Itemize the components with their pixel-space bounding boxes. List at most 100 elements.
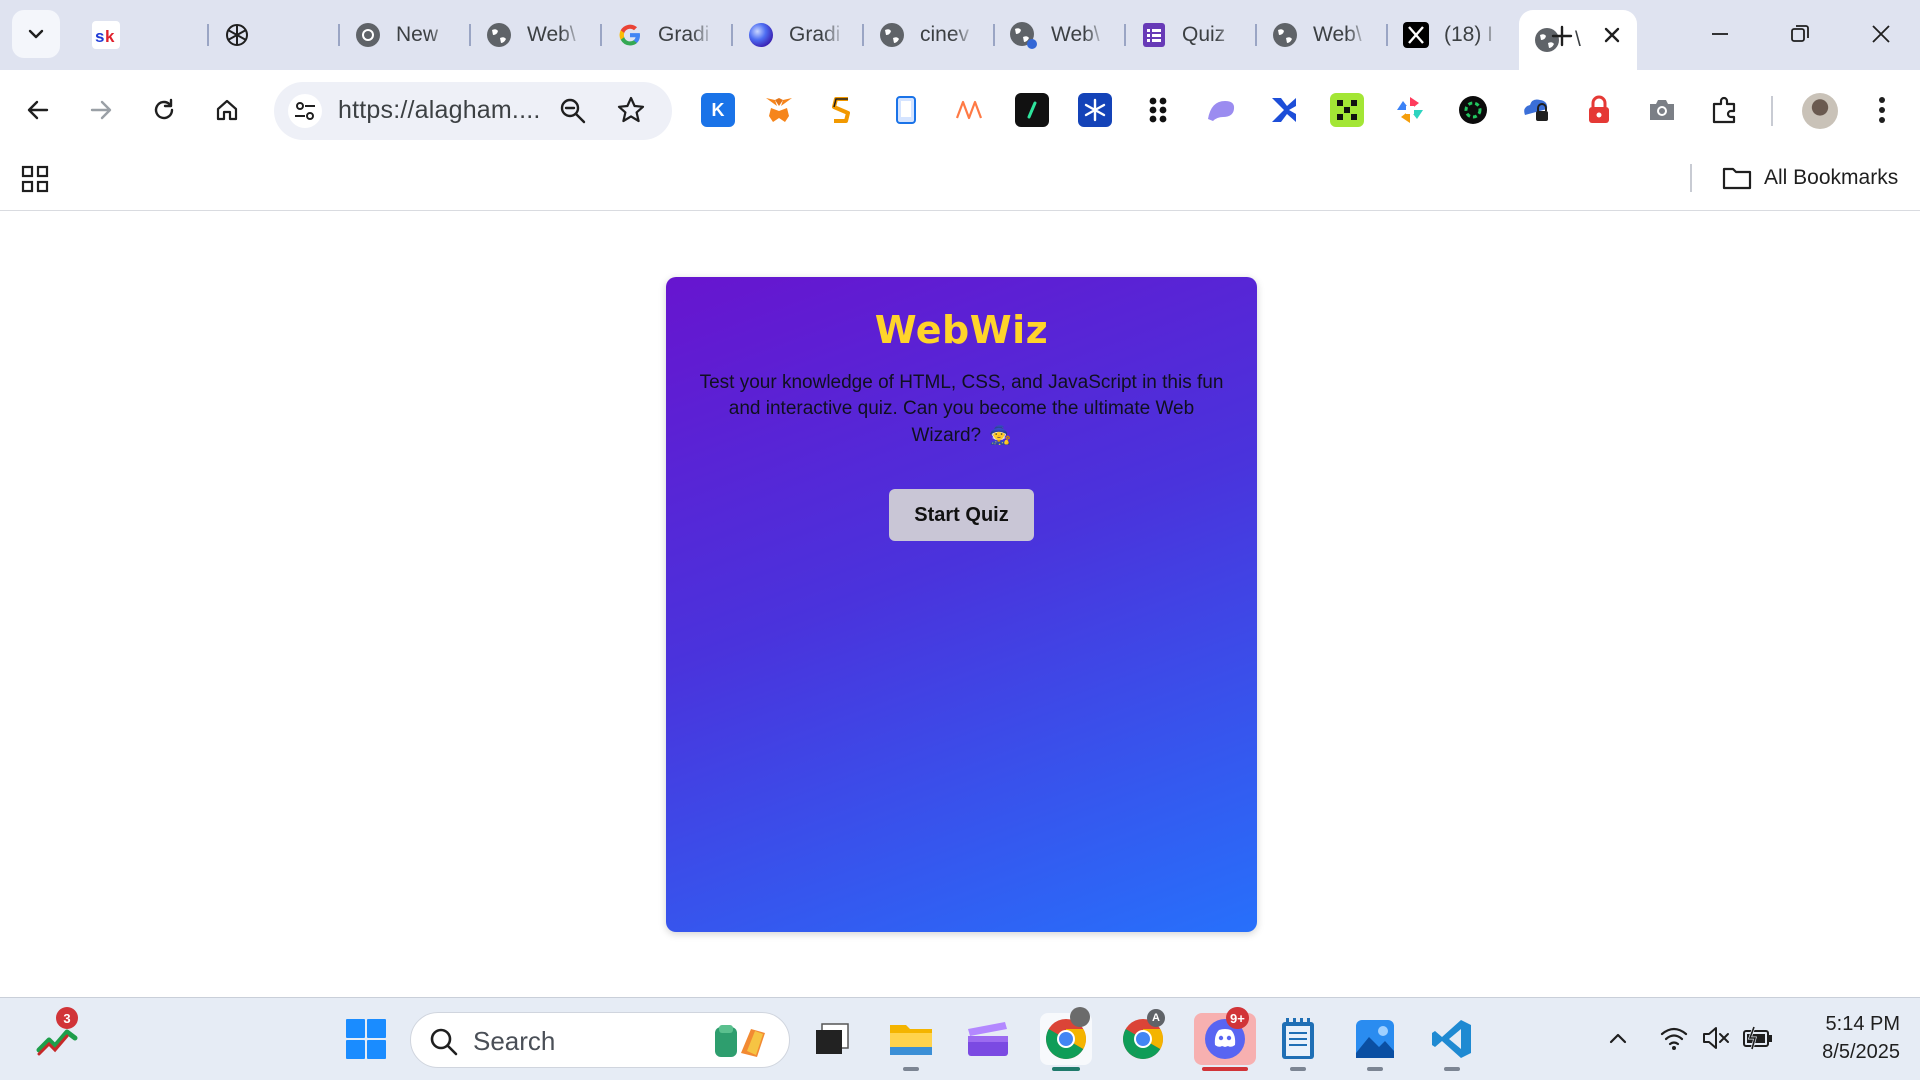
globe-icon	[878, 21, 906, 49]
profile-avatar[interactable]	[1802, 93, 1838, 129]
taskbar-search[interactable]: Search	[410, 1012, 790, 1068]
wifi-button[interactable]	[1654, 1018, 1694, 1058]
tab-label: Gradi	[789, 23, 841, 46]
tab[interactable]: Web\	[471, 10, 602, 60]
chrome-profile-letter: A	[1147, 1009, 1165, 1027]
clock-time: 5:14 PM	[1825, 1013, 1900, 1035]
ghost-icon[interactable]	[1204, 93, 1238, 127]
volume-button[interactable]	[1696, 1018, 1736, 1058]
system-clock[interactable]: 5:14 PM 8/5/2025	[1790, 1010, 1900, 1066]
camera-icon[interactable]	[1645, 93, 1679, 127]
taskbar: 3 Search A 9+ 5:14 PM 8/5/2025	[0, 997, 1920, 1080]
tab[interactable]: (18) I	[1388, 10, 1519, 60]
description-text: Test your knowledge of HTML, CSS, and Ja…	[699, 372, 1224, 446]
close-icon	[1872, 25, 1890, 43]
minimize-button[interactable]	[1690, 14, 1750, 54]
start-button[interactable]	[340, 1013, 392, 1065]
new-tab-button[interactable]	[1546, 20, 1578, 52]
chrome-app[interactable]	[1040, 1007, 1092, 1071]
globe-icon	[1271, 21, 1299, 49]
pinwheel-icon[interactable]	[1393, 93, 1427, 127]
dots-icon[interactable]	[1141, 93, 1175, 127]
notepad-app[interactable]	[1272, 1013, 1324, 1071]
k-icon[interactable]: K	[701, 93, 735, 127]
battery-button[interactable]	[1738, 1018, 1778, 1058]
pixel-icon[interactable]	[1330, 93, 1364, 127]
folder-icon	[890, 1025, 932, 1055]
running-indicator	[1290, 1067, 1306, 1071]
profile-badge	[1070, 1007, 1090, 1027]
chevron-up-icon	[1609, 1033, 1627, 1044]
tab-label: cinev	[920, 23, 970, 46]
close-tab-icon[interactable]	[1601, 24, 1623, 46]
chevron-down-icon	[28, 29, 44, 39]
home-button[interactable]	[207, 90, 247, 130]
cloud-lock-icon[interactable]	[1519, 93, 1553, 127]
lock-icon[interactable]	[1582, 93, 1616, 127]
windows-icon	[346, 1019, 386, 1059]
search-highlight-icon	[715, 1025, 765, 1057]
terminal-icon[interactable]	[1015, 93, 1049, 127]
green-orb-icon[interactable]	[1456, 93, 1490, 127]
tab[interactable]: cinev	[864, 10, 995, 60]
tab-active[interactable]: \	[1519, 10, 1637, 70]
minimize-icon	[1712, 33, 1728, 35]
tab-search-button[interactable]	[12, 10, 60, 58]
bookmarks-separator	[1690, 164, 1692, 192]
zoom-icon[interactable]	[558, 96, 588, 126]
menu-button[interactable]	[1862, 90, 1902, 130]
tab[interactable]: Quiz	[1126, 10, 1257, 60]
tab[interactable]: Web\	[995, 10, 1126, 60]
tab-label: Web\	[1313, 23, 1362, 46]
close-window-button[interactable]	[1851, 14, 1911, 54]
file-explorer-app[interactable]	[885, 1013, 937, 1071]
volume-mute-icon	[1703, 1027, 1729, 1049]
running-indicator	[903, 1067, 919, 1071]
tab-label: Web\	[527, 23, 576, 46]
running-indicator	[1367, 1067, 1383, 1071]
vscode-app[interactable]	[1426, 1013, 1478, 1071]
taskview-button[interactable]	[806, 1013, 858, 1065]
photos-app[interactable]	[1349, 1013, 1401, 1071]
address-bar[interactable]: https://alagham....	[274, 82, 672, 140]
reload-button[interactable]	[144, 90, 184, 130]
url-text[interactable]: https://alagham....	[338, 96, 541, 125]
clipchamp-app[interactable]	[962, 1013, 1014, 1065]
plus-icon	[1551, 25, 1573, 47]
globe-icon	[485, 21, 513, 49]
tab[interactable]: Web\	[1257, 10, 1388, 60]
tab[interactable]	[209, 10, 340, 60]
puzzle-icon[interactable]	[1708, 93, 1742, 127]
svg-text:s: s	[95, 27, 104, 46]
site-info-button[interactable]	[288, 94, 322, 128]
discord-app[interactable]: 9+	[1194, 1007, 1256, 1071]
show-hidden-icons-button[interactable]	[1598, 1018, 1638, 1058]
snowflake-icon[interactable]	[1078, 93, 1112, 127]
cross-icon[interactable]	[1267, 93, 1301, 127]
all-bookmarks-button[interactable]: All Bookmarks	[1722, 160, 1898, 196]
x-icon	[1402, 21, 1430, 49]
tab[interactable]: Gradi	[602, 10, 733, 60]
tab[interactable]: sk	[78, 10, 209, 60]
restore-button[interactable]	[1770, 14, 1830, 54]
s-icon[interactable]	[825, 93, 859, 127]
forward-button[interactable]	[81, 90, 121, 130]
tab[interactable]: New	[340, 10, 471, 60]
start-quiz-button[interactable]: Start Quiz	[889, 489, 1034, 541]
battery-charging-icon	[1743, 1026, 1772, 1050]
phone-icon[interactable]	[889, 93, 923, 127]
n-icon[interactable]	[952, 93, 986, 127]
back-button[interactable]	[18, 90, 58, 130]
restore-icon	[1791, 25, 1809, 42]
home-icon	[216, 99, 238, 121]
vscode-icon	[1432, 1020, 1471, 1058]
taskview-icon	[816, 1023, 849, 1054]
discord-badge: 9+	[1226, 1007, 1249, 1029]
tab[interactable]: Gradi	[733, 10, 864, 60]
apps-grid-icon[interactable]	[20, 164, 50, 194]
metamask-icon[interactable]	[762, 93, 796, 127]
chrome-profile-app[interactable]: A	[1117, 1009, 1169, 1065]
bookmark-star-icon[interactable]	[616, 95, 646, 125]
stocks-widget[interactable]: 3	[31, 1007, 83, 1065]
tab-strip: sk New Web\ Gradi Gradi cinev Web\ Quiz …	[0, 0, 1920, 70]
